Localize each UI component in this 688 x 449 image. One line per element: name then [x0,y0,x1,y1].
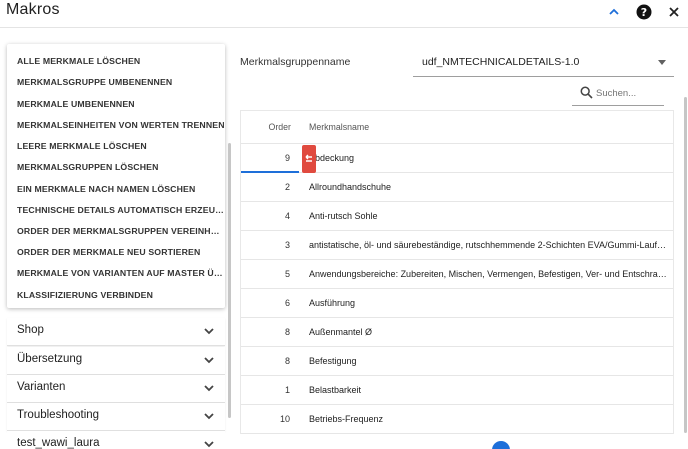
cell-order: 2 [284,182,290,192]
macro-item-klassifizierung-verbinden[interactable]: KLASSIFIZIERUNG VERBINDEN [7,285,225,306]
macro-item-alle-merkmale-loeschen[interactable]: ALLE MERKMALE LÖSCHEN [7,51,225,72]
drag-handle-icon[interactable] [302,145,316,173]
panel-label: test_wawi_laura [17,437,100,449]
cell-order: 9 [284,153,290,163]
cell-order: 6 [284,298,290,308]
table-row[interactable]: 8 Außenmantel Ø [241,318,673,347]
page-title: Makros [6,1,60,18]
cell-name: Allroundhandschuhe [309,182,392,192]
cell-order: 4 [284,211,290,221]
table-row[interactable]: 10 Betriebs-Frequenz [241,405,673,434]
svg-text:?: ? [641,6,647,19]
panel-troubleshooting[interactable]: Troubleshooting [7,403,225,431]
search-icon [580,86,593,99]
page-button-active[interactable] [492,441,510,449]
cell-order: 8 [284,356,290,366]
close-icon[interactable] [664,2,684,22]
cell-name: Befestigung [309,356,357,366]
cell-order: 10 [279,414,290,424]
macro-item-merkmalseinheiten-trennen[interactable]: MERKMALSEINHEITEN VON WERTEN TRENNEN [7,115,225,136]
table-row[interactable]: 5 Anwendungsbereiche: Zubereiten, Mische… [241,260,673,289]
macro-item-order-merkmalsgruppen[interactable]: ORDER DER MERKMALSGRUPPEN VEREINHEITL... [7,221,225,242]
chevron-up-icon[interactable] [604,2,624,22]
table-row[interactable]: 1 Belastbarkeit [241,376,673,405]
macro-item-merkmale-varianten-master[interactable]: MERKMALE VON VARIANTEN AUF MASTER ÜBE... [7,263,225,284]
cell-name: antistatische, öl- und säurebeständige, … [309,240,669,250]
caret-down-icon [658,60,666,65]
table-row[interactable]: 6 Ausführung [241,289,673,318]
cell-name: Belastbarkeit [309,385,362,395]
panel-label: Shop [17,324,44,336]
macro-item-order-merkmale-sortieren[interactable]: ORDER DER MERKMALE NEU SORTIEREN [7,242,225,263]
panel-test-wawi-laura[interactable]: test_wawi_laura [7,431,225,449]
chevron-down-icon [204,328,214,335]
column-header-order[interactable]: Order [269,122,292,132]
chevron-down-icon [204,357,214,364]
pagination [492,441,682,449]
macro-item-leere-merkmale-loeschen[interactable]: LEERE MERKMALE LÖSCHEN [7,136,225,157]
macro-item-merkmalsgruppe-umbenennen[interactable]: MERKMALSGRUPPE UMBENENNEN [7,72,225,93]
panel-uebersetzung[interactable]: Übersetzung [7,347,225,375]
chevron-down-icon [204,441,214,448]
group-name-select[interactable]: udf_NMTECHNICALDETAILS-1.0 [413,48,674,77]
table-row[interactable]: 4 Anti-rutsch Sohle [241,202,673,231]
macro-item-merkmale-umbenennen[interactable]: MERKMALE UMBENENNEN [7,94,225,115]
cell-name: Außenmantel Ø [309,327,373,337]
panel-label: Troubleshooting [17,409,100,421]
cell-name: Ausführung [309,298,356,308]
cell-order: 5 [284,269,290,279]
macro-menu: ALLE MERKMALE LÖSCHEN MERKMALSGRUPPE UMB… [7,44,225,308]
panel-label: Übersetzung [17,353,83,365]
cell-order: 3 [284,240,290,250]
group-name-label: Merkmalsgruppenname [240,56,351,68]
column-header-name[interactable]: Merkmalsname [309,122,369,132]
cell-order: 1 [284,385,290,395]
macro-item-technische-details-erzeugen[interactable]: TECHNISCHE DETAILS AUTOMATISCH ERZEUG... [7,200,225,221]
chevron-down-icon [204,413,214,420]
macro-item-merkmal-nach-namen-loeschen[interactable]: EIN MERKMALE NACH NAMEN LÖSCHEN [7,179,225,200]
dialog-header: Makros ? [0,0,688,28]
macro-item-merkmalsgruppen-loeschen[interactable]: MERKMALSGRUPPEN LÖSCHEN [7,157,225,178]
cell-name: Anti-rutsch Sohle [309,211,378,221]
panel-label: Varianten [17,381,66,393]
help-circle-icon[interactable]: ? [634,2,654,22]
table-row[interactable]: 2 Allroundhandschuhe [241,173,673,202]
group-name-value: udf_NMTECHNICALDETAILS-1.0 [422,56,580,68]
search-field [572,82,664,106]
right-scrollbar[interactable] [684,97,687,433]
table-row[interactable]: 8 Befestigung [241,347,673,376]
cell-name: Abdeckung [309,153,355,163]
panel-shop[interactable]: Shop [7,318,225,346]
left-scrollbar[interactable] [228,143,231,418]
cell-name: Anwendungsbereiche: Zubereiten, Mischen,… [309,269,669,279]
table-header: Order Merkmalsname [241,111,673,144]
table-row[interactable]: 3 antistatische, öl- und säurebeständige… [241,231,673,260]
cell-name: Betriebs-Frequenz [309,414,384,424]
chevron-down-icon [204,385,214,392]
cell-order: 8 [284,327,290,337]
merkmale-table: Order Merkmalsname 9 Abdeckung 2 Allroun… [240,110,674,434]
panel-varianten[interactable]: Varianten [7,375,225,403]
search-input[interactable] [596,84,662,102]
